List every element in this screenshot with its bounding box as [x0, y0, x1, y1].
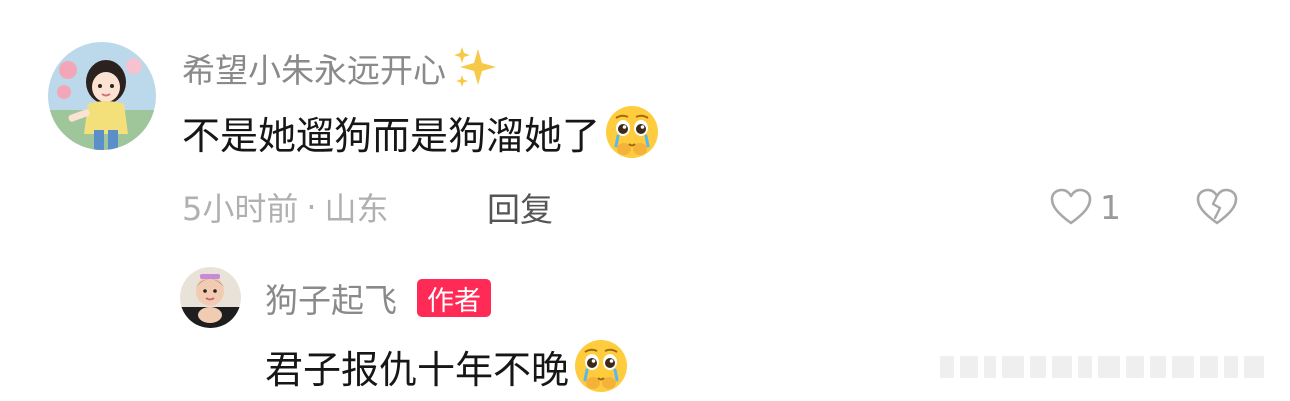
heart-icon: [1050, 188, 1092, 226]
like-count: 1: [1100, 187, 1121, 227]
comment-meta: 5小时前 · 山东: [182, 186, 389, 228]
user-avatar[interactable]: [48, 42, 156, 150]
comment-username[interactable]: 希望小朱永远开心: [182, 46, 498, 90]
reply-username-text: 狗子起飞: [265, 281, 397, 320]
reply-text: 君子报仇十年不晚: [265, 347, 570, 392]
author-badge: 作者: [417, 279, 491, 317]
crying-pleading-face-icon: [604, 104, 660, 160]
comment-content: 不是她遛狗而是狗溜她了: [182, 102, 660, 162]
reply-content: 君子报仇十年不晚: [265, 336, 629, 396]
dislike-button[interactable]: [1196, 186, 1238, 228]
like-button[interactable]: 1: [1050, 186, 1121, 228]
watermark-logo: [940, 352, 1280, 382]
sparkles-icon: [452, 45, 498, 91]
comment-text: 不是她遛狗而是狗溜她了: [182, 113, 601, 158]
comment-location: 山东: [324, 190, 389, 228]
username-text: 希望小朱永远开心: [182, 51, 446, 90]
broken-heart-icon: [1196, 188, 1238, 226]
crying-pleading-face-icon: [573, 338, 629, 394]
reply-avatar[interactable]: [180, 267, 241, 328]
comment-timestamp: 5小时前: [182, 190, 299, 228]
reply-button[interactable]: 回复: [487, 186, 553, 229]
reply-username[interactable]: 狗子起飞 作者: [265, 276, 491, 320]
meta-separator: ·: [306, 188, 317, 226]
